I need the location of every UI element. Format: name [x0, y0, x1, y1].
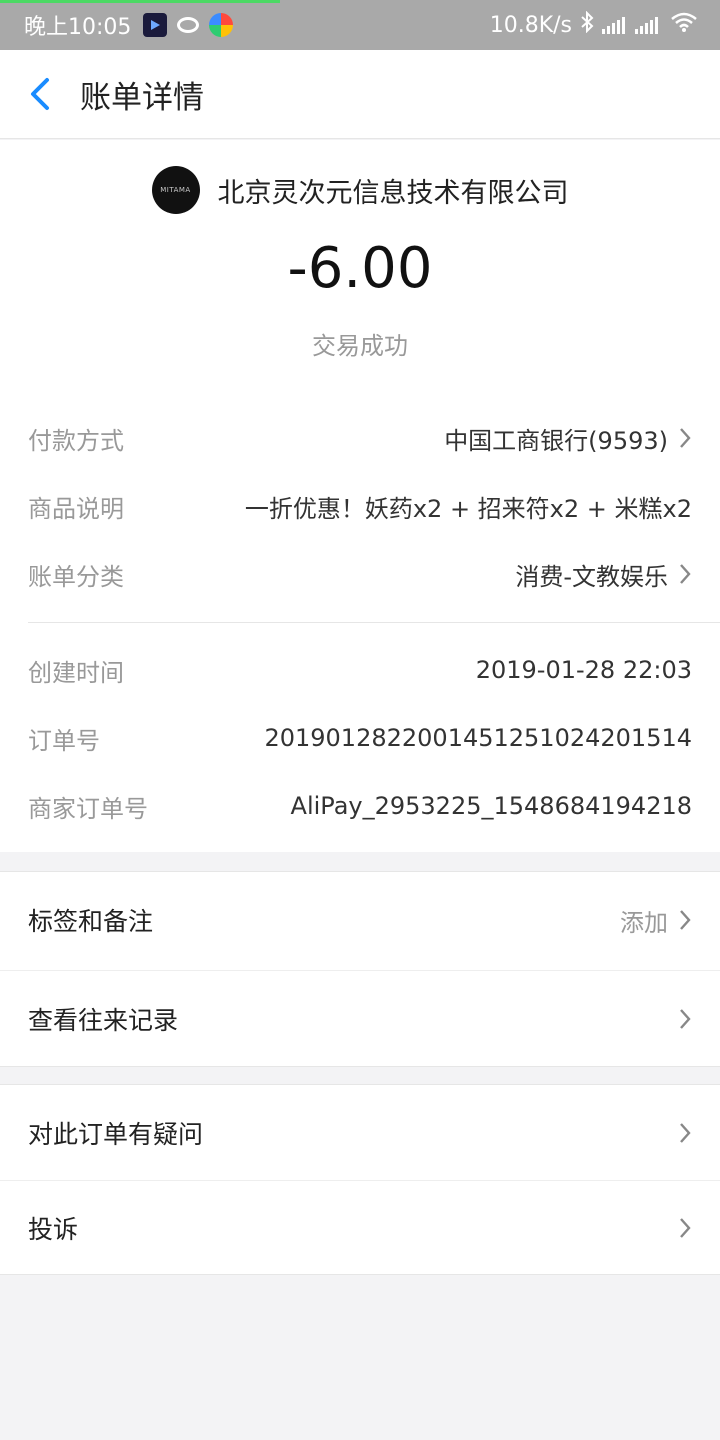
- chevron-right-icon: [680, 1123, 691, 1143]
- chevron-right-icon: [680, 910, 691, 930]
- merchant-order-value: AliPay_2953225_1548684194218: [290, 792, 692, 820]
- video-app-icon: [143, 13, 168, 37]
- created-time-row: 创建时间 2019-01-28 22:03: [28, 650, 692, 690]
- weibo-icon: [177, 17, 200, 33]
- bill-details-panel: MITAMA 北京灵次元信息技术有限公司 -6.00 交易成功 付款方式 中国工…: [0, 140, 720, 852]
- tags-notes-item[interactable]: 标签和备注 添加: [0, 872, 720, 968]
- product-desc-value: 一折优惠！妖药x2 + 招来符x2 + 米糕x2: [244, 494, 692, 523]
- order-question-item[interactable]: 对此订单有疑问: [0, 1085, 720, 1181]
- complaint-label: 投诉: [28, 1215, 79, 1244]
- status-time: 晚上10:05: [24, 15, 132, 40]
- chevron-right-icon: [680, 1009, 691, 1029]
- wifi-icon: [670, 11, 698, 39]
- tags-notes-label: 标签和备注: [28, 907, 154, 936]
- category-label: 账单分类: [28, 562, 124, 591]
- signal-1-icon: [602, 16, 627, 34]
- product-desc-label: 商品说明: [28, 494, 124, 523]
- complaint-item[interactable]: 投诉: [0, 1180, 720, 1276]
- order-number-value: 2019012822001451251024201514: [264, 724, 692, 752]
- merchant-order-label: 商家订单号: [28, 794, 148, 823]
- merchant-name: 北京灵次元信息技术有限公司: [217, 177, 569, 209]
- payment-method-label: 付款方式: [28, 426, 124, 455]
- transaction-amount: -6.00: [287, 236, 433, 301]
- transaction-status: 交易成功: [312, 332, 408, 360]
- page-title: 账单详情: [80, 79, 204, 116]
- merchant-logo: MITAMA: [151, 166, 200, 214]
- payment-method-value: 中国工商银行(9593): [444, 426, 668, 455]
- section-divider: [28, 622, 720, 623]
- back-arrow-icon: [31, 78, 49, 110]
- chevron-right-icon: [680, 428, 691, 448]
- nav-bar: 账单详情: [0, 50, 720, 139]
- created-time-label: 创建时间: [28, 658, 124, 687]
- chevron-right-icon: [680, 1218, 691, 1238]
- support-card: 对此订单有疑问 投诉: [0, 1084, 720, 1275]
- order-number-row: 订单号 2019012822001451251024201514: [28, 718, 692, 758]
- chevron-right-icon: [680, 564, 691, 584]
- bluetooth-icon: [580, 10, 594, 39]
- merchant-header: MITAMA 北京灵次元信息技术有限公司: [0, 166, 720, 214]
- order-question-label: 对此订单有疑问: [28, 1120, 204, 1149]
- browser-icon: [209, 13, 234, 37]
- network-speed: 10.8K/s: [489, 12, 572, 38]
- signal-2-icon: [635, 16, 660, 34]
- category-value: 消费-文教娱乐: [515, 562, 668, 591]
- order-number-label: 订单号: [28, 726, 100, 755]
- created-time-value: 2019-01-28 22:03: [475, 656, 692, 684]
- product-desc-row: 商品说明 一折优惠！妖药x2 + 招来符x2 + 米糕x2: [28, 486, 692, 526]
- view-history-label: 查看往来记录: [28, 1006, 179, 1035]
- tags-history-card: 标签和备注 添加 查看往来记录: [0, 871, 720, 1067]
- page-load-progress: [0, 0, 280, 3]
- add-tag-link[interactable]: 添加: [620, 903, 668, 938]
- payment-method-row[interactable]: 付款方式 中国工商银行(9593): [28, 418, 692, 458]
- status-bar: 晚上10:05 10.8K/s: [0, 0, 720, 50]
- category-row[interactable]: 账单分类 消费-文教娱乐: [28, 554, 692, 594]
- back-button[interactable]: [0, 50, 80, 139]
- view-history-item[interactable]: 查看往来记录: [0, 971, 720, 1067]
- merchant-order-row: 商家订单号 AliPay_2953225_1548684194218: [28, 786, 692, 826]
